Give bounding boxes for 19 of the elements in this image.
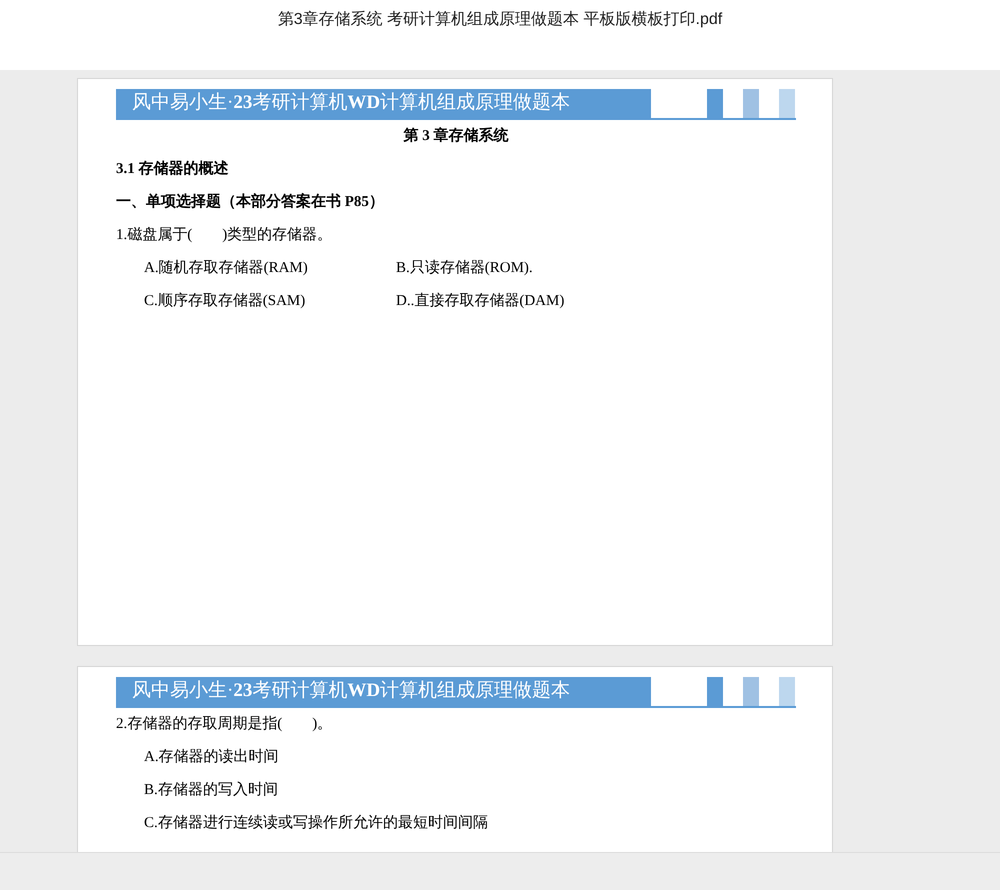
answer-option: B.存储器的写入时间 (144, 779, 278, 802)
answer-option: C.顺序存取存储器(SAM) (144, 290, 396, 313)
section-heading: 3.1 存储器的概述 (116, 159, 228, 180)
answer-option: D..直接存取存储器(DAM) (396, 290, 648, 313)
banner-title: 风中易小生·23考研计算机WD计算机组成原理做题本 (132, 91, 570, 116)
banner-title: 风中易小生·23考研计算机WD计算机组成原理做题本 (132, 679, 570, 704)
answer-option: B.只读存储器(ROM). (396, 257, 648, 280)
chapter-title: 第 3 章存储系统 (404, 126, 508, 146)
question-text: 1.磁盘属于( )类型的存储器。 (116, 226, 332, 246)
banner-block (779, 677, 795, 706)
answer-option: A.存储器的读出时间 (144, 746, 279, 769)
banner-block (779, 89, 795, 118)
section-heading: 一、单项选择题（本部分答案在书 P85） (116, 192, 384, 212)
question-text: 2.存储器的存取周期是指( )。 (116, 714, 332, 734)
answer-option: A.随机存取存储器(RAM) (144, 257, 396, 280)
banner-block (743, 677, 759, 706)
answer-option: C.存储器进行连续读或写操作所允许的最短时间间隔 (144, 812, 488, 835)
banner-block (743, 89, 759, 118)
document-title: 第3章存储系统 考研计算机组成原理做题本 平板版横板打印.pdf (278, 10, 722, 30)
